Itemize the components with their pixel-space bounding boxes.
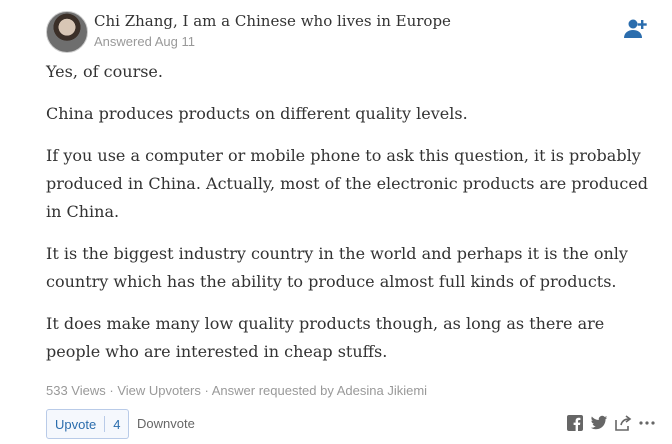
- answered-date[interactable]: Answered Aug 11: [94, 34, 195, 49]
- views-count: 533 Views: [46, 383, 106, 398]
- share-icon[interactable]: [614, 414, 632, 432]
- downvote-button[interactable]: Downvote: [137, 416, 195, 431]
- share-icons: [560, 414, 656, 432]
- answer-requested-by: Answer requested by Adesina Jikiemi: [211, 383, 428, 398]
- answer-stats: 533 Views · View Upvoters · Answer reque…: [46, 383, 427, 398]
- upvote-button[interactable]: Upvote 4: [46, 409, 130, 439]
- more-icon[interactable]: [638, 414, 656, 432]
- answer-paragraph: If you use a computer or mobile phone to…: [46, 146, 649, 221]
- answer-header: Chi Zhang, I am a Chinese who lives in E…: [46, 11, 656, 55]
- action-bar: Upvote 4 Downvote: [46, 409, 656, 439]
- separator: ·: [105, 383, 118, 398]
- twitter-icon[interactable]: [590, 414, 608, 432]
- answer-body: Yes, of course. China produces products …: [46, 58, 656, 380]
- upvote-label: Upvote: [55, 416, 97, 432]
- author-credential: , I am a Chinese who lives in Europe: [173, 12, 451, 30]
- avatar[interactable]: [46, 11, 88, 53]
- separator: ·: [200, 383, 212, 398]
- author-name[interactable]: Chi Zhang: [94, 12, 173, 30]
- facebook-icon[interactable]: [566, 414, 584, 432]
- answer-paragraph: China produces products on different qua…: [46, 104, 468, 123]
- answer-paragraph: It does make many low quality products t…: [46, 314, 605, 361]
- author-line: Chi Zhang, I am a Chinese who lives in E…: [94, 12, 451, 30]
- answer-paragraph: It is the biggest industry country in th…: [46, 244, 628, 291]
- upvote-count: 4: [113, 416, 121, 432]
- follow-user-icon[interactable]: [623, 17, 647, 41]
- answer-paragraph: Yes, of course.: [46, 62, 163, 81]
- view-upvoters-link[interactable]: View Upvoters: [117, 383, 201, 398]
